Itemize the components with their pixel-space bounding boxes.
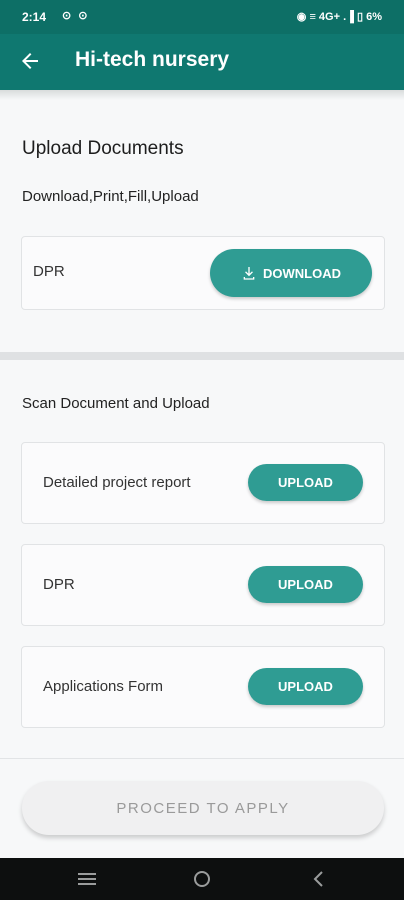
section-divider (0, 352, 404, 360)
back-arrow-icon[interactable] (18, 49, 42, 73)
system-nav-bar (0, 858, 404, 900)
upload-card-applications-form: Applications Form UPLOAD (21, 646, 385, 728)
proceed-to-apply-button[interactable]: PROCEED TO APPLY (22, 781, 384, 835)
status-indicators: ◉ ≡ 4G+ .▐ ▯ 6% (296, 11, 382, 23)
scan-section-heading: Scan Document and Upload (22, 395, 210, 412)
upload-card-dpr: DPR UPLOAD (21, 544, 385, 626)
upload-button[interactable]: UPLOAD (248, 566, 363, 603)
home-icon[interactable] (191, 869, 213, 889)
download-card: DPR DOWNLOAD (21, 236, 385, 310)
page-title: Hi-tech nursery (75, 48, 230, 71)
upload-card-label: Applications Form (43, 678, 164, 695)
upload-card-label: DPR (43, 576, 75, 593)
download-button-label: DOWNLOAD (263, 265, 341, 281)
upload-documents-subtitle: Download,Print,Fill,Upload (22, 188, 199, 205)
upload-button-label: UPLOAD (278, 577, 333, 592)
upload-documents-heading: Upload Documents (22, 138, 184, 159)
upload-button[interactable]: UPLOAD (248, 668, 363, 705)
download-button[interactable]: DOWNLOAD (210, 249, 372, 297)
upload-card-detailed-project-report: Detailed project report UPLOAD (21, 442, 385, 524)
footer-divider (0, 758, 404, 759)
upload-button-label: UPLOAD (278, 679, 333, 694)
download-icon (243, 267, 255, 280)
app-bar: Hi-tech nursery (0, 34, 404, 90)
back-icon[interactable] (308, 869, 330, 889)
status-bar: 2:14 ⊙ ⊙ ◉ ≡ 4G+ .▐ ▯ 6% (0, 0, 404, 34)
upload-button[interactable]: UPLOAD (248, 464, 363, 501)
recent-apps-icon[interactable] (76, 869, 98, 889)
notification-icons: ⊙ ⊙ (62, 10, 90, 22)
appbar-shadow (0, 90, 404, 100)
upload-button-label: UPLOAD (278, 475, 333, 490)
upload-card-label: Detailed project report (43, 474, 191, 491)
status-time: 2:14 (22, 10, 47, 24)
download-card-label: DPR (33, 263, 65, 280)
